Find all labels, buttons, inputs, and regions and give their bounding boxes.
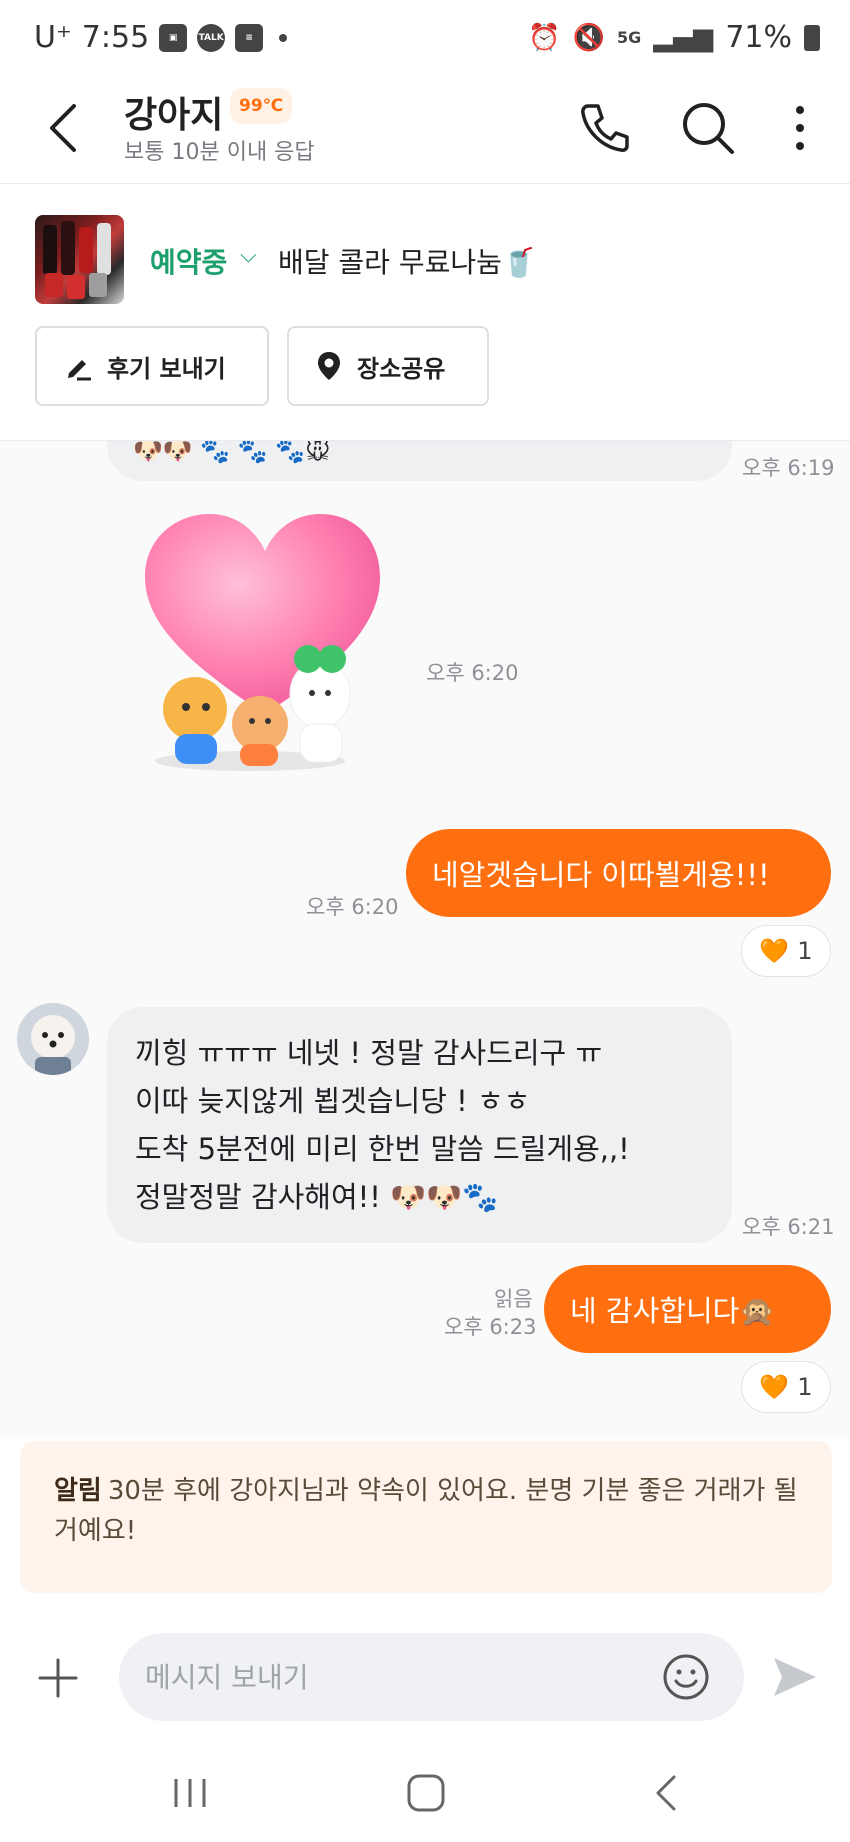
share-location-button[interactable]: 장소공유 <box>287 326 489 406</box>
network-5g-icon: 5G <box>617 28 642 47</box>
avatar[interactable] <box>17 1003 89 1075</box>
message-bubble-partial: 🐶🐶 🐾 🐾 🐾🐭 <box>107 441 732 481</box>
clock: 7:55 <box>81 20 150 55</box>
chat-header: 강아지 99℃ 보통 10분 이내 응답 <box>0 78 850 184</box>
cola-bottles-image <box>43 221 111 299</box>
phone-icon <box>581 104 629 152</box>
send-button[interactable] <box>770 1652 820 1702</box>
message-input[interactable] <box>119 1633 744 1721</box>
share-location-label: 장소공유 <box>357 354 446 383</box>
send-arrow-icon <box>774 1658 816 1696</box>
more-notifications-icon <box>279 33 288 42</box>
notes-icon: ≡ <box>235 23 264 52</box>
product-card[interactable]: 예약중 ⌵ 배달 콜라 무료나눔🥤 후기 보내기 장소공유 <box>0 185 850 441</box>
notice-text: 30분 후에 강아지님과 약속이 있어요. 분명 기분 좋은 거래가 될 거예요… <box>54 1476 798 1546</box>
search-icon <box>683 103 734 154</box>
incoming-message-bubble[interactable]: 끼힝 ㅠㅠㅠ 네넷 ! 정말 감사드리구 ㅠ 이따 늦지않게 뵙겟습니당 ! ㅎ… <box>107 1007 732 1243</box>
outgoing-message-text: 네알겟습니다 이따뵐게용!!! <box>432 858 770 892</box>
chevron-left-icon <box>50 104 76 152</box>
chat-messages[interactable]: 🐶🐶 🐾 🐾 🐾🐭 오후 6:19 오후 6:20 네알겟습니다 이따뵐게용!!… <box>0 441 850 1439</box>
more-options-button[interactable] <box>778 100 818 156</box>
message-time: 오후 6:23 <box>444 1315 537 1339</box>
emoji-button[interactable] <box>662 1653 710 1701</box>
heart-reaction-icon: 🧡 <box>759 937 790 965</box>
read-receipt: 읽음 <box>494 1287 533 1311</box>
battery-percent: 71% <box>725 20 792 55</box>
heart-with-characters-image <box>145 514 380 771</box>
recent-apps-icon[interactable] <box>170 1775 210 1811</box>
outgoing-message-bubble[interactable]: 네 감사합니다🙊 <box>544 1265 831 1353</box>
product-title[interactable]: 배달 콜라 무료나눔🥤 <box>278 241 537 281</box>
message-input-bar <box>0 1600 850 1755</box>
message-line: 정말정말 감사해여!! 🐶🐶🐾 <box>135 1180 499 1214</box>
reaction-count: 1 <box>797 937 813 965</box>
reaction-count: 1 <box>797 1373 813 1401</box>
response-time: 보통 10분 이내 응답 <box>124 140 315 165</box>
home-icon[interactable] <box>406 1773 446 1813</box>
alarm-icon: ⏰ <box>528 22 561 53</box>
status-right: ⏰ 🔇 5G ▂▄▆ 71% <box>528 20 820 55</box>
plus-icon <box>38 1658 78 1698</box>
partial-message-emoji: 🐶🐶 🐾 🐾 🐾🐭 <box>133 441 331 465</box>
battery-icon <box>804 24 820 51</box>
dog-avatar-image <box>17 1003 89 1075</box>
send-review-label: 후기 보내기 <box>107 354 226 383</box>
carrier-label: U⁺ <box>34 20 72 55</box>
message-time: 오후 6:19 <box>742 456 835 480</box>
outgoing-message-text: 네 감사합니다🙊 <box>570 1294 776 1328</box>
message-line: 끼힝 ㅠㅠㅠ 네넷 ! 정말 감사드리구 ㅠ <box>135 1036 603 1070</box>
call-button[interactable] <box>576 100 632 156</box>
message-line: 이따 늦지않게 뵙겟습니당 ! ㅎㅎ <box>135 1084 531 1118</box>
chevron-down-icon[interactable]: ⌵ <box>240 243 257 268</box>
status-bar: U⁺ 7:55 ▣ TALK ≡ ⏰ 🔇 5G ▂▄▆ 71% <box>0 0 850 78</box>
message-time: 오후 6:20 <box>306 895 399 919</box>
product-thumbnail[interactable] <box>35 215 124 304</box>
smile-icon <box>663 1654 709 1700</box>
mute-icon: 🔇 <box>572 22 606 53</box>
system-navigation-bar <box>0 1755 850 1842</box>
chat-partner-name: 강아지 <box>124 95 224 136</box>
back-button[interactable] <box>40 98 90 158</box>
message-time: 오후 6:21 <box>742 1215 835 1239</box>
manner-temperature-badge: 99℃ <box>230 88 293 124</box>
send-review-button[interactable]: 후기 보내기 <box>35 326 269 406</box>
back-nav-icon[interactable] <box>650 1773 680 1813</box>
signal-icon: ▂▄▆ <box>653 22 714 53</box>
location-pin-icon <box>318 352 340 380</box>
pencil-icon <box>68 360 91 381</box>
sticker-time: 오후 6:20 <box>426 661 519 685</box>
message-line: 도착 5분전에 미리 한번 말씀 드릴게용,,! <box>135 1132 630 1166</box>
reaction-badge[interactable]: 🧡 1 <box>741 925 831 977</box>
appointment-notice: 알림 30분 후에 강아지님과 약속이 있어요. 분명 기분 좋은 거래가 될 거… <box>20 1441 832 1593</box>
attach-button[interactable] <box>38 1658 78 1698</box>
search-button[interactable] <box>680 100 736 156</box>
outgoing-message-bubble[interactable]: 네알겟습니다 이따뵐게용!!! <box>406 829 831 917</box>
heart-sticker <box>140 509 390 779</box>
reaction-badge[interactable]: 🧡 1 <box>741 1361 831 1413</box>
status-left: U⁺ 7:55 ▣ TALK ≡ <box>34 20 288 55</box>
reservation-status-dropdown[interactable]: 예약중 <box>150 241 227 281</box>
notice-label: 알림 <box>54 1476 102 1506</box>
gallery-icon: ▣ <box>159 23 188 52</box>
heart-reaction-icon: 🧡 <box>759 1373 790 1401</box>
talk-icon: TALK <box>197 23 226 52</box>
kebab-menu-icon <box>796 106 804 150</box>
